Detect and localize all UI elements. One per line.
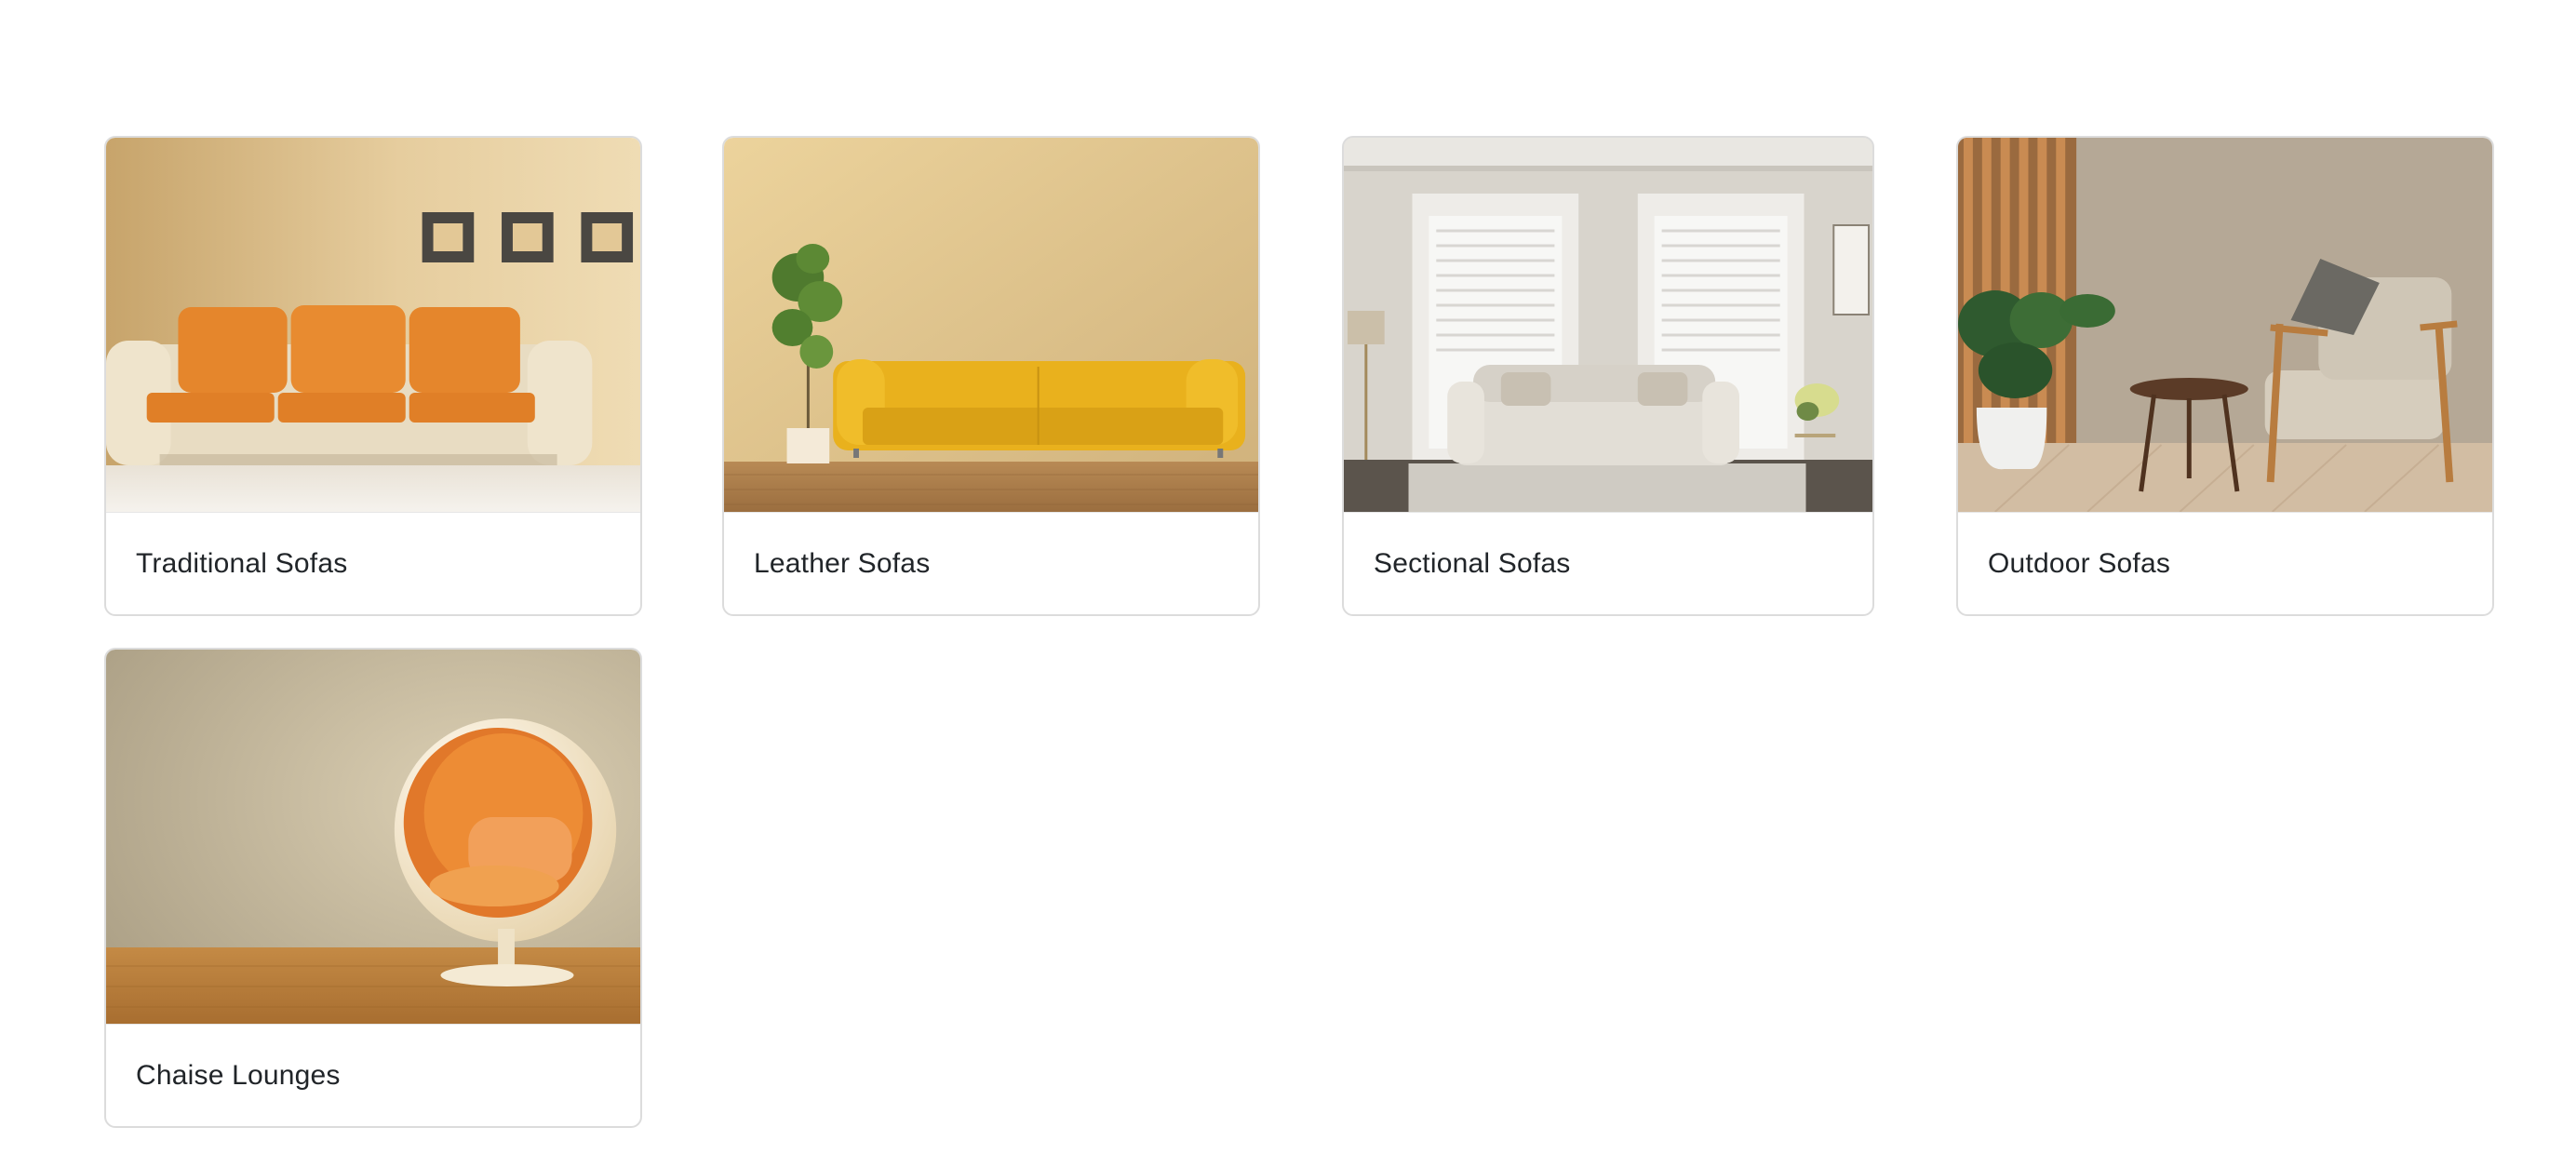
category-grid: Traditional Sofas Leather Sofas Sectiona…	[0, 0, 2576, 1154]
category-card-chaise-lounges[interactable]: Chaise Lounges	[104, 648, 642, 1128]
category-title: Chaise Lounges	[106, 1024, 640, 1126]
yellow-leather-sofa-image[interactable]	[724, 138, 1258, 512]
grey-tufted-sofa-room-image[interactable]	[1344, 138, 1872, 512]
orange-traditional-sofa-image[interactable]	[106, 138, 640, 512]
category-title: Leather Sofas	[724, 512, 1258, 614]
category-card-leather-sofas[interactable]: Leather Sofas	[722, 136, 1260, 616]
category-card-outdoor-sofas[interactable]: Outdoor Sofas	[1956, 136, 2494, 616]
category-title: Sectional Sofas	[1344, 512, 1872, 614]
armchair-with-plant-image[interactable]	[1958, 138, 2492, 512]
category-card-sectional-sofas[interactable]: Sectional Sofas	[1342, 136, 1874, 616]
category-card-traditional-sofas[interactable]: Traditional Sofas	[104, 136, 642, 616]
category-title: Outdoor Sofas	[1958, 512, 2492, 614]
egg-chair-image[interactable]	[106, 650, 640, 1024]
category-title: Traditional Sofas	[106, 512, 640, 614]
